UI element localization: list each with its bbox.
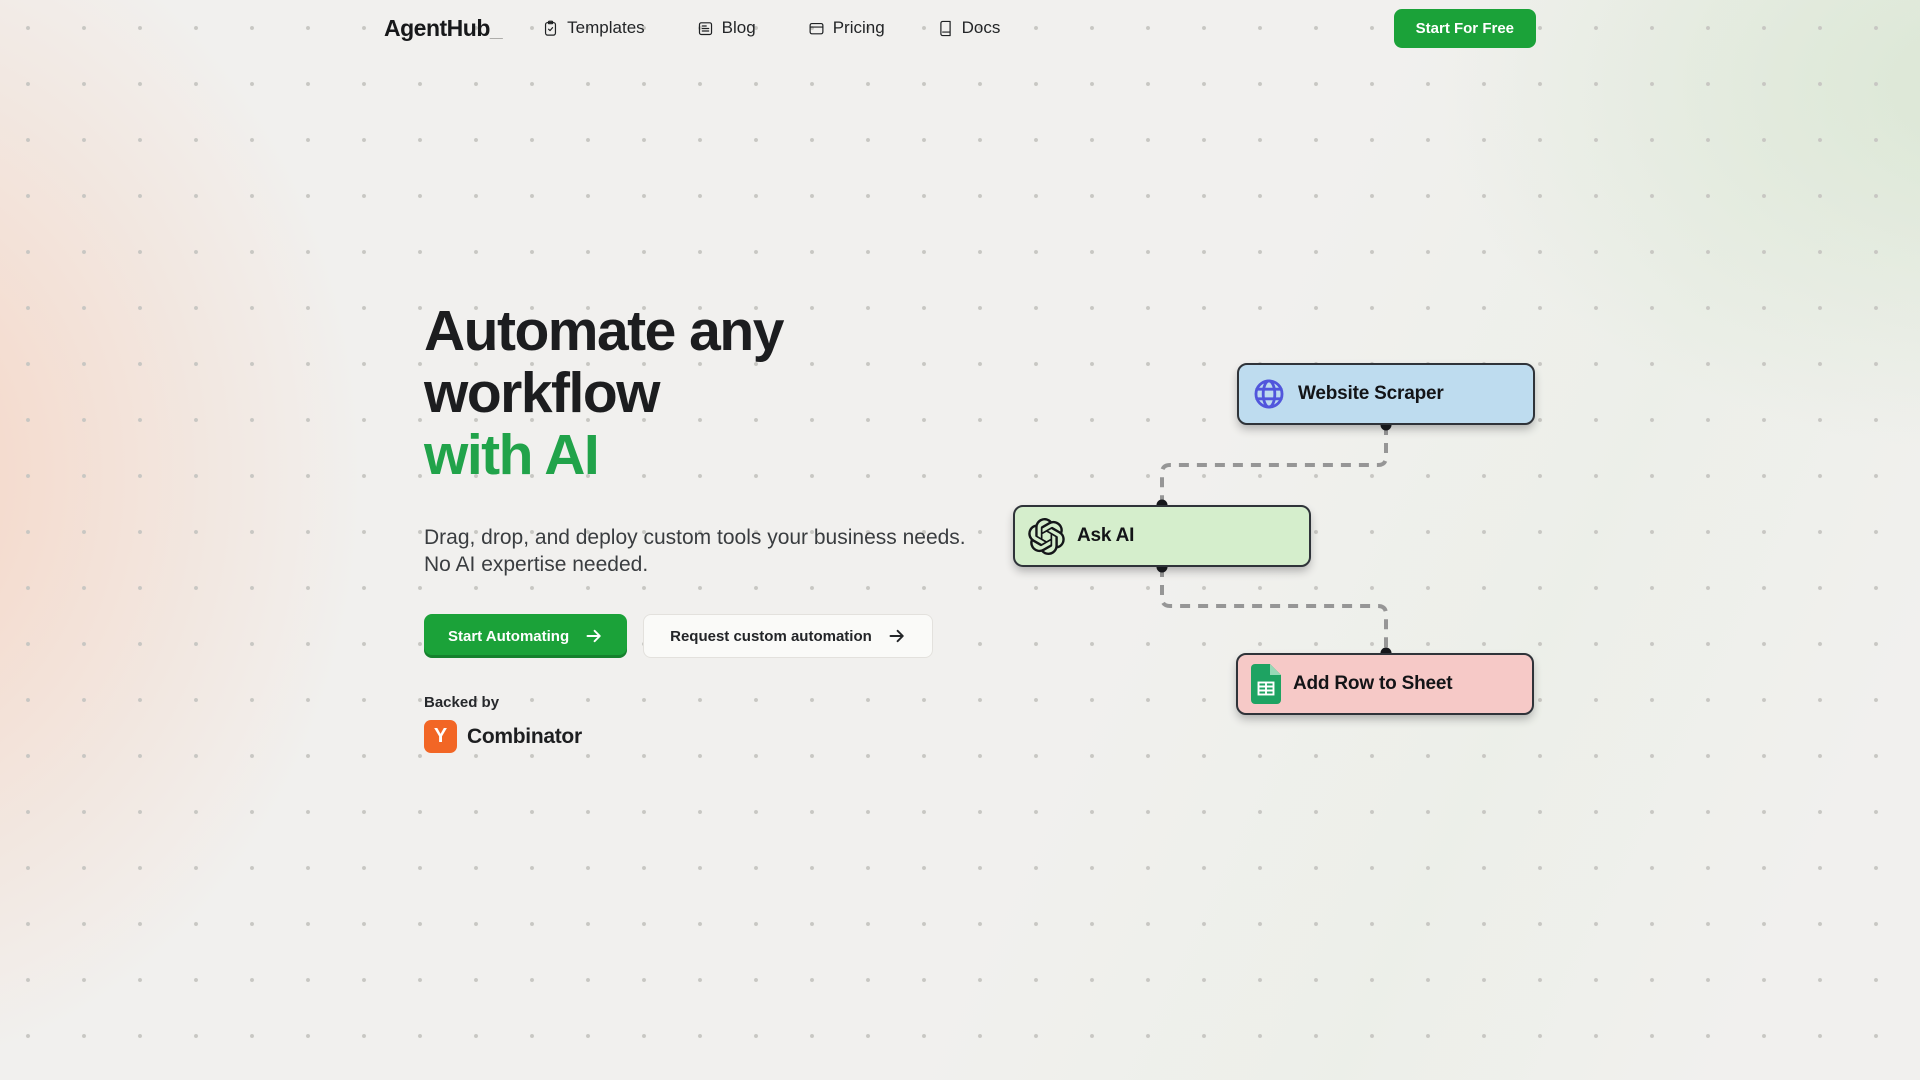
landing-page: AgentHub_ Templates <box>0 0 1920 1080</box>
globe-icon <box>1252 377 1286 411</box>
workflow-connectors <box>0 0 1920 1080</box>
node-label: Add Row to Sheet <box>1293 673 1452 695</box>
node-label: Website Scraper <box>1298 383 1444 405</box>
google-sheets-icon <box>1251 664 1281 704</box>
connector-askai-to-sheet <box>1162 567 1386 653</box>
workflow-node-add-row-to-sheet[interactable]: Add Row to Sheet <box>1236 653 1534 715</box>
workflow-canvas: Website Scraper Ask AI <box>0 0 1920 1080</box>
node-label: Ask AI <box>1077 525 1134 547</box>
workflow-node-ask-ai[interactable]: Ask AI <box>1013 505 1311 567</box>
workflow-node-website-scraper[interactable]: Website Scraper <box>1237 363 1535 425</box>
connector-scraper-to-askai <box>1162 425 1386 505</box>
openai-icon <box>1028 518 1065 555</box>
